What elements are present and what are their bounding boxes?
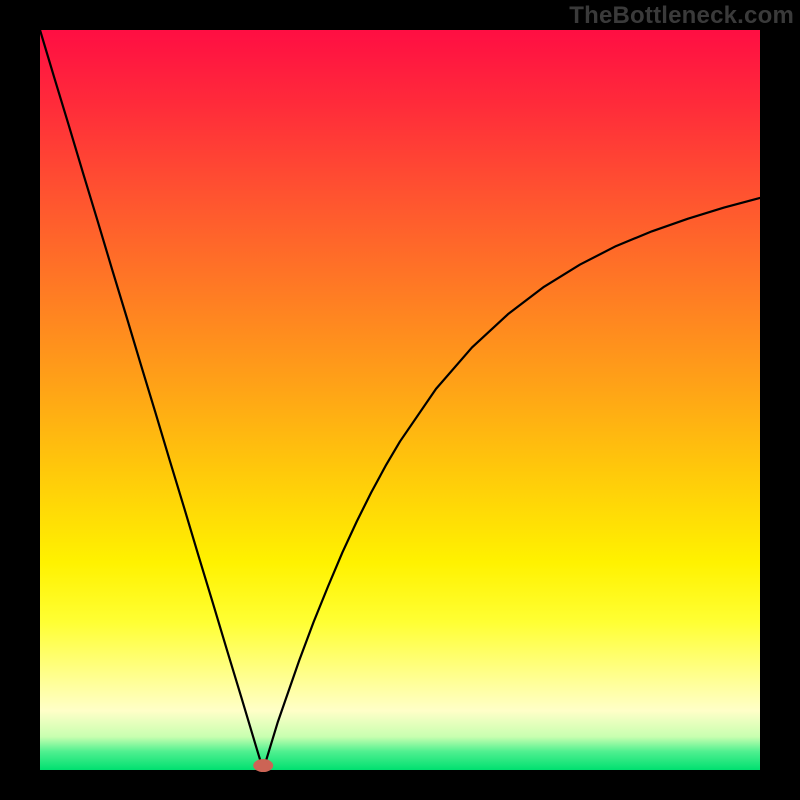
bottleneck-chart [0, 0, 800, 800]
watermark-text: TheBottleneck.com [569, 2, 794, 30]
chart-background [40, 30, 760, 770]
vertex-marker [253, 759, 273, 772]
chart-frame: TheBottleneck.com [0, 0, 800, 800]
